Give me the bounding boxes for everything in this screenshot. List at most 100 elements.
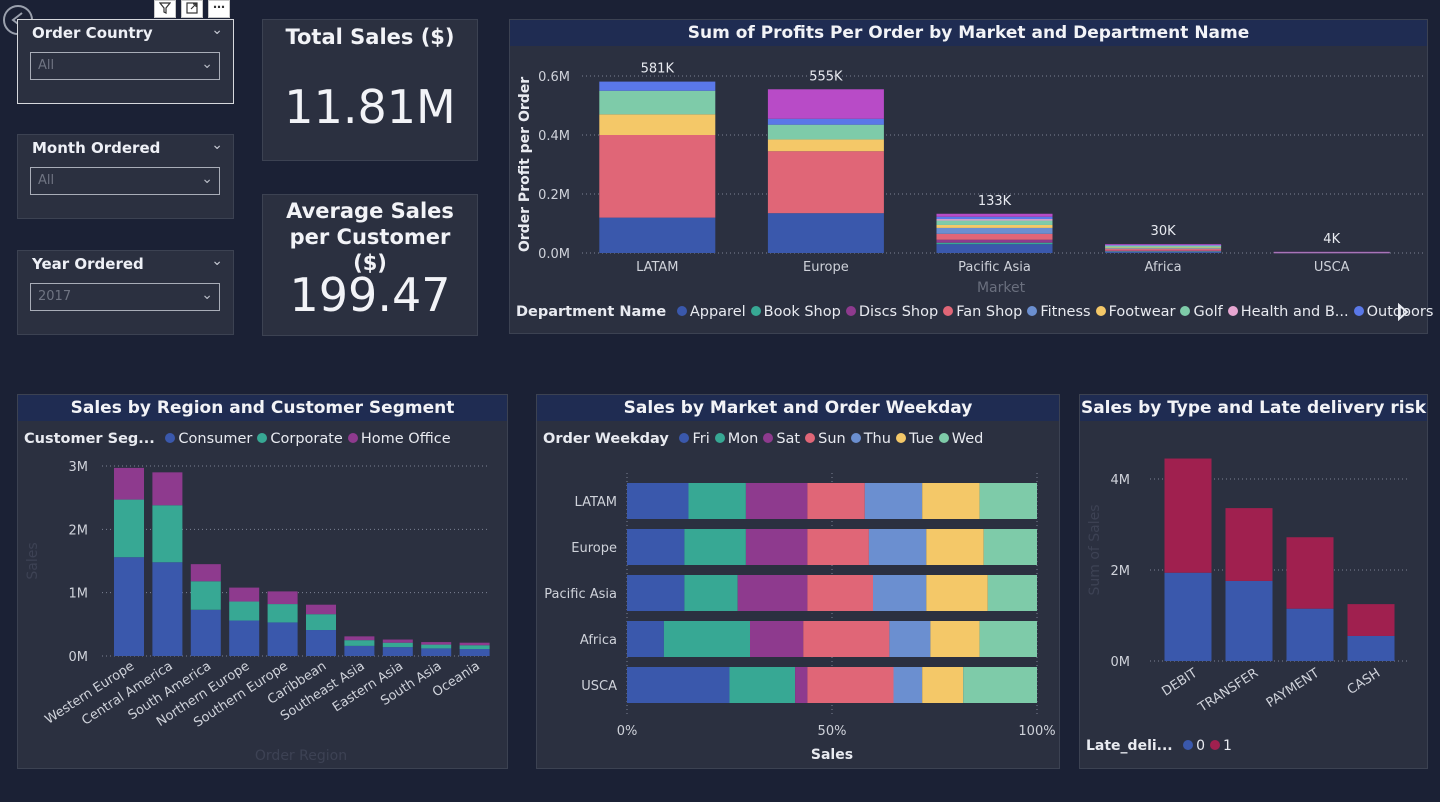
- focus-mode-icon[interactable]: [181, 0, 203, 18]
- legend-item[interactable]: Apparel: [676, 304, 746, 320]
- legend-dot-icon: [1183, 740, 1194, 750]
- slicer-dropdown[interactable]: 2017 ⌄: [30, 283, 220, 311]
- bar-segment: [306, 630, 336, 656]
- bar-segment: [1105, 247, 1222, 249]
- legend-item[interactable]: Wed: [938, 431, 984, 447]
- legend-dot-icon: [750, 306, 761, 316]
- slicer-month-ordered[interactable]: Month Ordered ⌄ All ⌄: [17, 134, 234, 219]
- slicer-dropdown[interactable]: All ⌄: [30, 52, 220, 80]
- bar-segment: [459, 649, 490, 656]
- bar-segment: [599, 135, 716, 218]
- legend-item[interactable]: Sun: [805, 431, 846, 447]
- bar-segment: [459, 642, 490, 646]
- bar-segment: [114, 557, 144, 656]
- slicer-title: Month Ordered: [32, 139, 161, 157]
- legend-item[interactable]: Footwear: [1095, 304, 1175, 320]
- legend-item[interactable]: Sat: [763, 431, 800, 447]
- profits-chart-visual[interactable]: Sum of Profits Per Order by Market and D…: [509, 19, 1433, 334]
- legend-item[interactable]: Mon: [714, 431, 758, 447]
- legend-dot-icon: [1353, 306, 1364, 316]
- bar-segment: [807, 667, 894, 703]
- bar-segment: [382, 639, 413, 643]
- bar-segment: [152, 472, 183, 506]
- type-chart-visual[interactable]: Sales by Type and Late delivery risk 0M 2…: [1079, 394, 1428, 769]
- bar-segment: [864, 483, 923, 519]
- bar-segment: [267, 591, 298, 605]
- bar-segment: [382, 642, 413, 648]
- legend-label: Golf: [1193, 304, 1223, 320]
- legend-dot-icon: [714, 433, 725, 443]
- type-chart-svg: 0M 2M 4M Sum of Sales DEBITTRANSFER PAYMENT CA…: [1087, 458, 1410, 716]
- y-tick-label: 3M: [69, 460, 89, 475]
- bar-segment: [750, 621, 804, 657]
- bar-segment: [936, 244, 1053, 253]
- y-tick-label: 0.4M: [538, 129, 570, 144]
- more-options-icon[interactable]: ⋯: [208, 0, 230, 18]
- chevron-down-icon[interactable]: ⌄: [211, 137, 223, 153]
- legend-title: Customer Seg...: [24, 431, 155, 447]
- bar-segment: [627, 529, 685, 565]
- legend-item[interactable]: Home Office: [347, 431, 451, 447]
- legend-item[interactable]: Fri: [679, 431, 710, 447]
- legend-label: Sat: [776, 431, 801, 447]
- bar-segment: [152, 505, 183, 563]
- filter-icon[interactable]: [154, 0, 176, 18]
- bar-segment: [737, 575, 808, 611]
- weekday-chart-visual[interactable]: Sales by Market and Order Weekday Order …: [536, 394, 1060, 769]
- slicer-year-ordered[interactable]: Year Ordered ⌄ 2017 ⌄: [17, 250, 234, 335]
- bar-segment: [190, 609, 221, 656]
- bar-segment: [745, 529, 808, 565]
- bar-segment: [190, 581, 221, 610]
- legend-item[interactable]: Consumer: [165, 431, 252, 447]
- chevron-down-icon[interactable]: ⌄: [211, 253, 223, 269]
- kpi-title: Total Sales ($): [285, 25, 455, 49]
- legend-item[interactable]: Fitness: [1027, 304, 1091, 320]
- legend-dot-icon: [845, 306, 856, 316]
- legend-item[interactable]: Health and B...: [1227, 304, 1349, 320]
- legend-next-arrow-icon[interactable]: [1396, 302, 1410, 325]
- bar-segment: [767, 151, 884, 214]
- y-tick-label: 0M: [69, 650, 89, 665]
- bar-segment: [229, 601, 260, 621]
- kpi-total-sales: Total Sales ($) 11.81M: [262, 19, 478, 161]
- bar-segment: [684, 529, 746, 565]
- legend-item[interactable]: Golf: [1180, 304, 1223, 320]
- bar-segment: [936, 233, 1053, 240]
- chevron-down-icon: ⌄: [201, 287, 213, 303]
- bar-segment: [267, 604, 298, 623]
- slicer-order-country[interactable]: Order Country ⌄ All ⌄: [17, 19, 234, 104]
- region-chart-svg: 0M1M2M3MSalesOrder RegionWestern EuropeC…: [25, 460, 490, 764]
- bar-segment: [963, 667, 1037, 703]
- legend-item[interactable]: 0: [1183, 738, 1205, 754]
- x-axis-label: Market: [977, 280, 1026, 296]
- chart-legend: Late_deli... 0 1: [1086, 738, 1237, 754]
- bar-segment: [1286, 608, 1334, 661]
- legend-item[interactable]: Corporate: [257, 431, 343, 447]
- legend-dot-icon: [679, 433, 690, 443]
- bar-segment: [1105, 248, 1222, 251]
- slicer-dropdown[interactable]: All ⌄: [30, 167, 220, 195]
- legend-item[interactable]: Discs Shop: [845, 304, 938, 320]
- bar-segment: [922, 667, 964, 703]
- bar-segment: [1286, 537, 1334, 609]
- legend-item[interactable]: Outdoors: [1353, 304, 1433, 320]
- legend-label: 1: [1223, 738, 1232, 754]
- region-chart-visual[interactable]: Sales by Region and Customer Segment Cus…: [17, 394, 508, 769]
- bar-segment: [306, 604, 336, 615]
- bar-segment: [599, 81, 716, 91]
- chevron-down-icon[interactable]: ⌄: [211, 22, 223, 38]
- legend-item[interactable]: 1: [1210, 738, 1232, 754]
- legend-item[interactable]: Tue: [895, 431, 934, 447]
- y-tick-label: 1M: [69, 587, 89, 602]
- legend-item[interactable]: Thu: [850, 431, 891, 447]
- legend-item[interactable]: Fan Shop: [943, 304, 1022, 320]
- legend-label: Wed: [951, 431, 984, 447]
- y-tick-label: 2M: [1111, 564, 1131, 579]
- legend-item[interactable]: Book Shop: [750, 304, 841, 320]
- data-label: 133K: [978, 194, 1012, 209]
- bar-segment: [344, 636, 375, 641]
- kpi-average-sales: Average Sales per Customer ($) 199.47: [262, 194, 478, 336]
- bar-segment: [926, 529, 984, 565]
- bar-segment: [1105, 250, 1222, 252]
- bar-segment: [767, 118, 884, 125]
